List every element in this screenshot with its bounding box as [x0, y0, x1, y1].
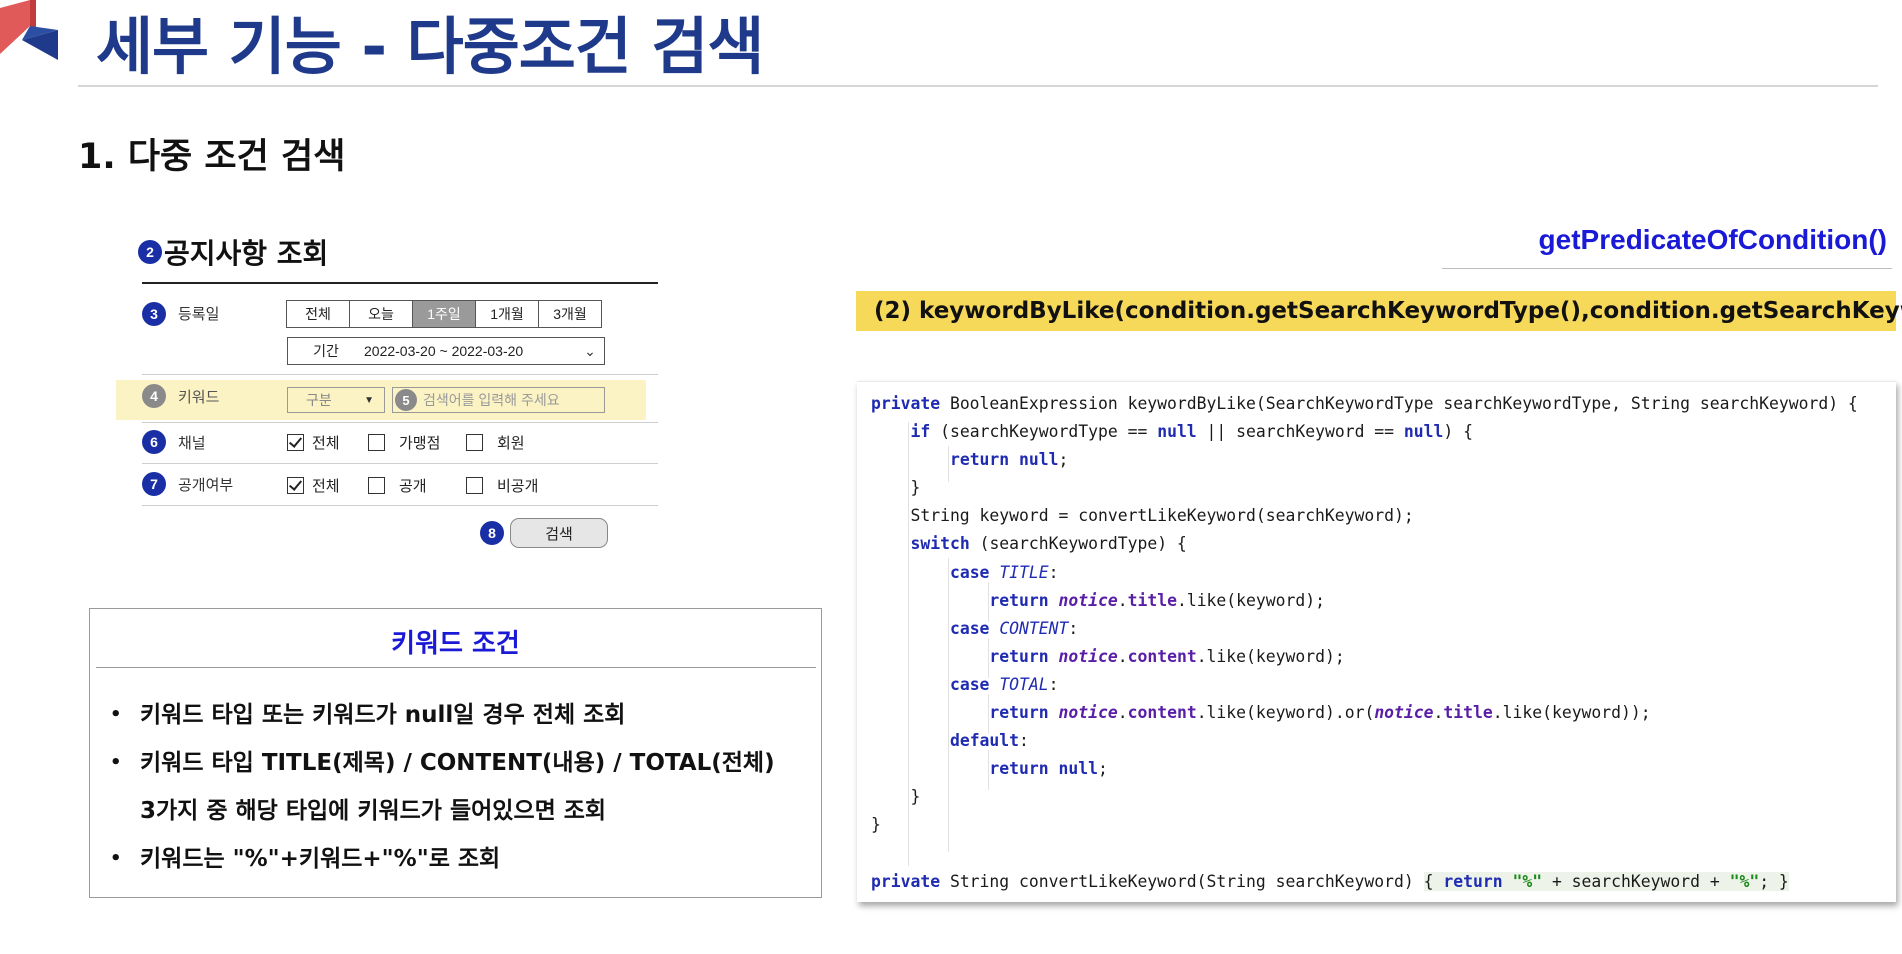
step-badge: 3	[142, 302, 166, 326]
checkbox-unchecked[interactable]	[368, 477, 385, 494]
checkbox-label: 전체	[312, 435, 340, 452]
conditions-title: 키워드 조건	[391, 629, 520, 659]
header-divider	[78, 85, 1878, 87]
step-badge: 5	[395, 389, 417, 411]
caret-down-icon: ▼	[364, 394, 374, 406]
conditions-list: 키워드 타입 또는 키워드가 null일 경우 전체 조회 키워드 타입 TIT…	[110, 691, 810, 883]
date-label: 등록일	[178, 306, 220, 323]
step-badge: 4	[142, 384, 166, 408]
keyword-label: 키워드	[178, 389, 220, 406]
row-divider	[142, 463, 658, 464]
code-block: private BooleanExpression keywordByLike(…	[871, 394, 1858, 891]
list-item: 3가지 중 해당 타입에 키워드가 들어있으면 조회	[140, 798, 607, 824]
keyword-placeholder: 검색어를 입력해 주세요	[423, 392, 560, 408]
date-range-value: 2022-03-20 ~ 2022-03-20	[364, 343, 524, 359]
checkbox-unchecked[interactable]	[466, 434, 483, 451]
method-divider	[1442, 268, 1892, 269]
date-range-label: 기간	[313, 343, 339, 359]
keyword-input[interactable]: 5 검색어를 입력해 주세요	[392, 387, 605, 413]
keyword-type-value: 구분	[306, 392, 332, 408]
row-divider	[142, 374, 658, 375]
channel-label: 채널	[178, 435, 206, 452]
keyword-conditions-box: 키워드 조건 키워드 타입 또는 키워드가 null일 경우 전체 조회 키워드…	[89, 608, 822, 898]
list-item: 키워드는 "%"+키워드+"%"로 조회	[110, 835, 810, 883]
company-logo	[0, 0, 58, 60]
list-item: 키워드 타입 TITLE(제목) / CONTENT(내용) / TOTAL(전…	[110, 739, 810, 787]
period-option[interactable]: 1개월	[475, 300, 539, 328]
notice-search-title-text: 공지사항 조회	[164, 237, 329, 270]
channel-franchise-checkbox[interactable]: 가맹점	[368, 432, 440, 453]
list-item: 키워드 타입 또는 키워드가 null일 경우 전체 조회	[110, 691, 810, 739]
date-range-select[interactable]: 기간 2022-03-20 ~ 2022-03-20 ⌄	[287, 337, 605, 365]
step-badge: 2	[138, 240, 162, 264]
step-badge: 7	[142, 472, 166, 496]
period-selector: 전체 오늘 1주일 1개월 3개월	[286, 300, 602, 328]
period-option[interactable]: 3개월	[538, 300, 602, 328]
keyword-type-select[interactable]: 구분 ▼	[287, 387, 385, 413]
panel-divider	[142, 282, 658, 284]
visibility-all-checkbox[interactable]: 전체	[287, 475, 340, 496]
visibility-label: 공개여부	[178, 477, 234, 494]
checkbox-label: 비공개	[497, 478, 539, 495]
section-heading: 1. 다중 조건 검색	[78, 137, 346, 177]
channel-all-checkbox[interactable]: 전체	[287, 432, 340, 453]
visibility-public-checkbox[interactable]: 공개	[368, 475, 427, 496]
code-screenshot: private BooleanExpression keywordByLike(…	[857, 381, 1896, 902]
row-divider	[142, 422, 658, 423]
conditions-divider	[96, 667, 816, 668]
checkbox-unchecked[interactable]	[466, 477, 483, 494]
step-badge: 8	[480, 521, 504, 545]
step-badge: 6	[142, 430, 166, 454]
row-divider	[142, 505, 658, 506]
search-button[interactable]: 검색	[510, 518, 608, 548]
checkbox-unchecked[interactable]	[368, 434, 385, 451]
chevron-down-icon: ⌄	[584, 342, 596, 359]
checkbox-checked[interactable]	[287, 477, 304, 494]
step-highlight: (2) keywordByLike(condition.getSearchKey…	[856, 291, 1902, 331]
period-option[interactable]: 전체	[286, 300, 350, 328]
page-title: 세부 기능 - 다중조건 검색	[96, 10, 764, 83]
checkbox-label: 회원	[497, 435, 525, 452]
method-name: getPredicateOfCondition()	[1538, 224, 1887, 255]
period-option-selected[interactable]: 1주일	[412, 300, 476, 328]
checkbox-checked[interactable]	[287, 434, 304, 451]
checkbox-label: 전체	[312, 478, 340, 495]
notice-search-title: 2 공지사항 조회	[138, 232, 328, 272]
checkbox-label: 가맹점	[399, 435, 441, 452]
checkbox-label: 공개	[399, 478, 427, 495]
period-option[interactable]: 오늘	[349, 300, 413, 328]
channel-member-checkbox[interactable]: 회원	[466, 432, 525, 453]
visibility-private-checkbox[interactable]: 비공개	[466, 475, 538, 496]
